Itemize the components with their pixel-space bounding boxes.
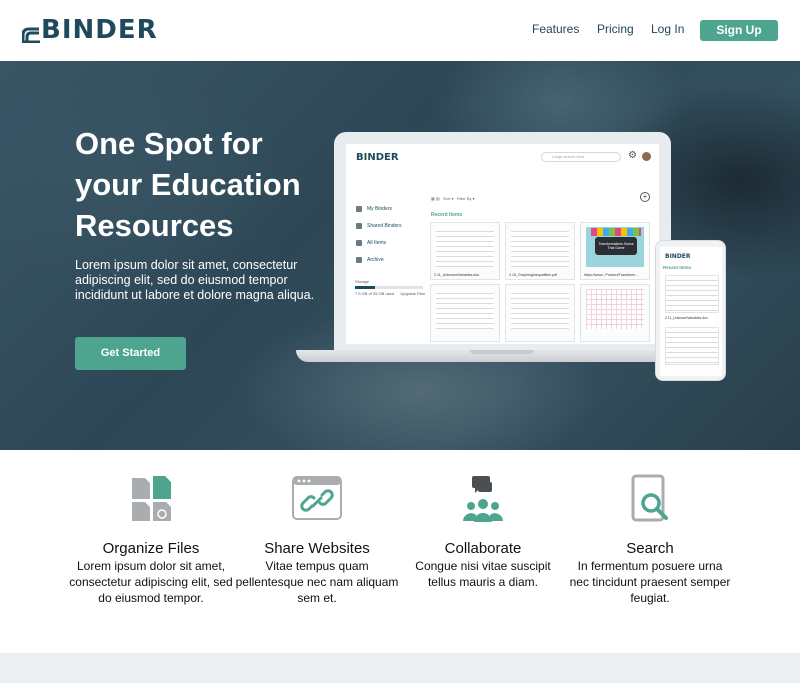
sidebar-item-shared-binders: Shared Binders	[354, 221, 429, 238]
upgrade-link: Upgrade Plan	[400, 291, 425, 296]
feature-title: Collaborate	[444, 540, 522, 557]
recent-card	[505, 284, 575, 342]
hero-description: Lorem ipsum dolor sit amet, consectetur …	[75, 258, 315, 302]
recent-card: Transformations Guess That Game https://…	[580, 222, 650, 280]
feature-text: Vitae tempus quam pellentesque nec nam a…	[235, 559, 399, 605]
game-banner	[591, 228, 641, 236]
app-preview-toolbar: ▦ ▤ Sort ▾ Filter By ▾	[431, 196, 475, 201]
laptop-notch	[470, 350, 534, 354]
recent-card	[580, 284, 650, 342]
footer-band	[0, 653, 800, 683]
feature-title: Organize Files	[102, 540, 200, 557]
app-preview-sidebar: My Binders Shared Binders All Items Arch…	[354, 204, 429, 272]
storage-meter: Storage 7.5 GB of 25 GB used Upgrade Pla…	[355, 279, 425, 296]
recent-card-caption: https://www...Product/Transform...	[584, 273, 638, 277]
nav-link-features[interactable]: Features	[532, 22, 579, 36]
add-icon: +	[640, 192, 650, 202]
search-document-icon	[631, 474, 668, 522]
binder-logo-mark-icon	[22, 27, 40, 43]
phone-recent-label: Recent Items	[663, 265, 692, 270]
feature-text: In fermentum posuere urna nec tincidunt …	[569, 559, 731, 605]
get-started-button[interactable]: Get Started	[75, 337, 186, 370]
laptop-mockup: BINDER Large search here ⚙ ▦ ▤ Sort ▾ Fi…	[334, 132, 671, 350]
sidebar-item-archive: Archive	[354, 255, 429, 272]
phone-recent-card	[665, 275, 719, 313]
app-preview-logo: BINDER	[356, 152, 399, 163]
features-section: Organize Files Lorem ipsum dolor sit ame…	[0, 450, 800, 653]
phone-recent-caption: 2.11_UnknownVariables.doc	[665, 316, 708, 320]
sort-control: Sort	[443, 196, 451, 201]
recent-card	[430, 284, 500, 342]
feature-title: Search	[626, 540, 674, 557]
recent-items-label: Recent Items	[431, 212, 463, 218]
link-window-icon	[292, 476, 342, 520]
recent-card: 2.15_GraphingInequalities.pdf	[505, 222, 575, 280]
nav-link-login[interactable]: Log In	[651, 22, 684, 36]
hero-title: One Spot for your Education Resources	[75, 126, 301, 243]
feature-text: Congue nisi vitae suscipit tellus mauris…	[415, 559, 551, 589]
storage-text: 7.5 GB of 25 GB used	[355, 291, 395, 296]
top-navbar: BINDER Features Pricing Log In Sign Up	[0, 0, 800, 61]
phone-preview-logo: BINDER	[665, 253, 691, 260]
people-chat-icon	[463, 476, 503, 522]
phone-preview-screen: BINDER Recent Items 2.11_UnknownVariable…	[660, 247, 722, 376]
recent-card: 2.11_UnknownVariables.doc	[430, 222, 500, 280]
logo-text: BINDER	[41, 15, 158, 45]
files-icon	[132, 476, 171, 521]
sidebar-item-all-items: All Items	[354, 238, 429, 255]
gear-icon: ⚙	[628, 150, 637, 161]
avatar	[642, 152, 651, 161]
binder-logo[interactable]: BINDER	[22, 15, 158, 45]
filter-control: Filter By	[456, 196, 472, 201]
app-preview-screen: BINDER Large search here ⚙ ▦ ▤ Sort ▾ Fi…	[346, 144, 659, 344]
feature-title: Share Websites	[264, 540, 370, 557]
game-title: Transformations Guess That Game	[598, 242, 634, 250]
phone-mockup: BINDER Recent Items 2.11_UnknownVariable…	[655, 240, 726, 381]
phone-recent-card	[665, 327, 719, 365]
sign-up-button[interactable]: Sign Up	[700, 20, 778, 41]
app-preview-search: Large search here	[541, 152, 621, 162]
storage-bar-fill	[355, 286, 376, 289]
grid-view-icon: ▦ ▤	[431, 196, 440, 201]
feature-text: Lorem ipsum dolor sit amet, consectetur …	[69, 559, 233, 605]
storage-label: Storage	[355, 279, 370, 284]
recent-card-caption: 2.15_GraphingInequalities.pdf	[509, 273, 557, 277]
storage-bar	[355, 286, 423, 289]
recent-card-caption: 2.11_UnknownVariables.doc	[434, 273, 480, 277]
nav-link-pricing[interactable]: Pricing	[597, 22, 634, 36]
sidebar-item-my-binders: My Binders	[354, 204, 429, 221]
